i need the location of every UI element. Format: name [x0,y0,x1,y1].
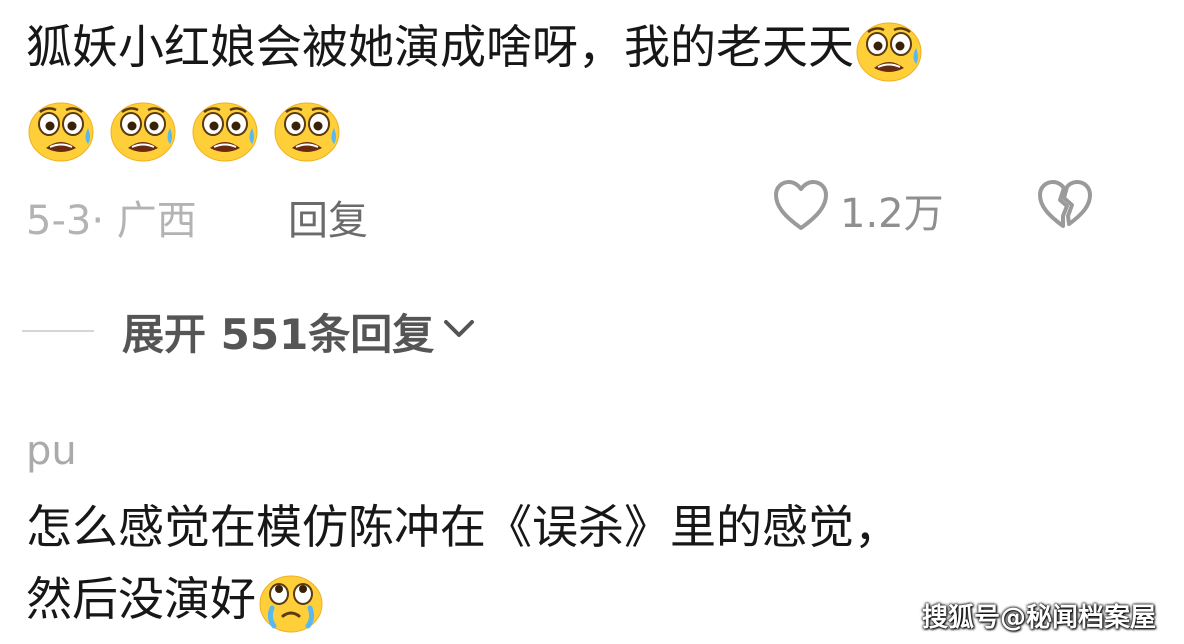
comment-time-location: 5-3· 广西 [26,198,197,244]
expand-replies-label: 展开 551条回复 [122,309,435,359]
broken-heart-icon [1036,178,1094,242]
watermark: 搜狐号@秘闻档案屋 [921,603,1156,633]
scared-face-icon [854,18,924,84]
comment-body-line2: 然后没演好 [26,572,256,626]
like-count: 1.2万 [840,191,944,237]
chevron-down-icon [442,317,476,345]
emoji-row [26,94,342,164]
teary-face-icon [256,570,326,636]
scared-face-icon [26,98,96,164]
comment-body-line2-wrap: 然后没演好 [26,566,326,636]
comment-username[interactable]: pu [26,428,77,474]
expand-replies-button[interactable]: 展开 551条回复 [22,298,476,364]
dislike-button[interactable] [1036,180,1094,240]
scared-face-icon [108,98,178,164]
heart-icon [772,178,830,242]
comment-meta-row: 5-3· 广西 回复 1.2万 [26,180,1166,244]
divider-line [22,330,94,332]
comment-text: 狐妖小红娘会被她演成啥呀，我的老天天 [26,14,924,84]
like-button[interactable]: 1.2万 [772,180,944,240]
scared-face-icon [190,98,260,164]
comment-body: 狐妖小红娘会被她演成啥呀，我的老天天 [26,20,854,74]
scared-face-icon [272,98,342,164]
comment-body-line1: 怎么感觉在模仿陈冲在《误杀》里的感觉， [26,500,900,554]
reply-button[interactable]: 回复 [288,188,368,246]
